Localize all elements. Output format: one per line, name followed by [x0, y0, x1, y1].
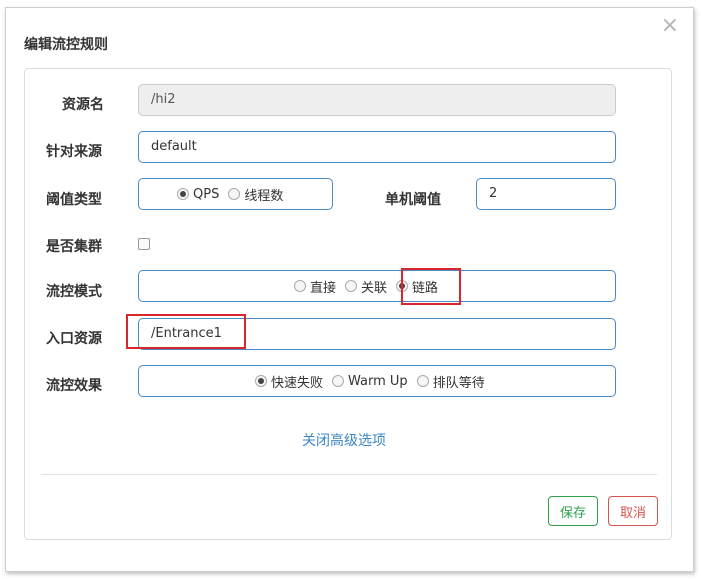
dialog-title: 编辑流控规则: [24, 37, 108, 53]
chain-highlight-annotation: [401, 268, 461, 305]
radio-unchecked-icon: [416, 375, 429, 387]
flow-effect-warm-up-radio[interactable]: Warm Up: [332, 374, 408, 389]
cluster-checkbox[interactable]: [138, 238, 150, 250]
flow-mode-direct-radio[interactable]: 直接: [294, 277, 336, 296]
resource-input: /hi2: [138, 84, 616, 116]
threshold-type-group: QPS 线程数: [138, 178, 333, 210]
dialog-window: 编辑流控规则 × 资源名 /hi2 针对来源 default 阈值类型 QPS …: [5, 7, 694, 572]
origin-input[interactable]: default: [138, 131, 616, 163]
entry-resource-label: 入口资源: [46, 331, 102, 347]
flow-effect-queue-radio[interactable]: 排队等待: [416, 372, 485, 391]
radio-unchecked-icon: [228, 188, 241, 200]
form-panel: 资源名 /hi2 针对来源 default 阈值类型 QPS 线程数 单机阈值 …: [24, 68, 672, 540]
single-threshold-label: 单机阈值: [385, 192, 441, 208]
threshold-type-thread-radio[interactable]: 线程数: [228, 185, 283, 204]
cluster-label: 是否集群: [46, 239, 102, 255]
flow-mode-relate-radio[interactable]: 关联: [345, 277, 387, 296]
threshold-type-label: 阈值类型: [46, 192, 102, 208]
radio-unchecked-icon: [332, 375, 345, 387]
footer-divider: [41, 474, 657, 475]
radio-unchecked-icon: [345, 280, 358, 292]
flow-mode-group: 直接 关联 链路: [138, 270, 616, 302]
radio-unchecked-icon: [294, 280, 306, 292]
radio-checked-icon: [177, 188, 189, 200]
entry-highlight-annotation: [126, 314, 246, 349]
threshold-type-qps-radio[interactable]: QPS: [177, 187, 219, 202]
toggle-advanced-link[interactable]: 关闭高级选项: [302, 430, 386, 450]
origin-label: 针对来源: [46, 144, 102, 160]
save-button[interactable]: 保存: [548, 496, 598, 526]
close-icon[interactable]: ×: [661, 15, 679, 37]
flow-mode-label: 流控模式: [46, 284, 102, 300]
cancel-button[interactable]: 取消: [608, 496, 658, 526]
radio-checked-icon: [255, 375, 267, 387]
flow-effect-label: 流控效果: [46, 378, 102, 394]
flow-effect-fast-fail-radio[interactable]: 快速失败: [255, 372, 323, 391]
single-threshold-input[interactable]: 2: [476, 178, 616, 210]
flow-effect-group: 快速失败 Warm Up 排队等待: [138, 365, 616, 397]
resource-label: 资源名: [62, 97, 104, 113]
